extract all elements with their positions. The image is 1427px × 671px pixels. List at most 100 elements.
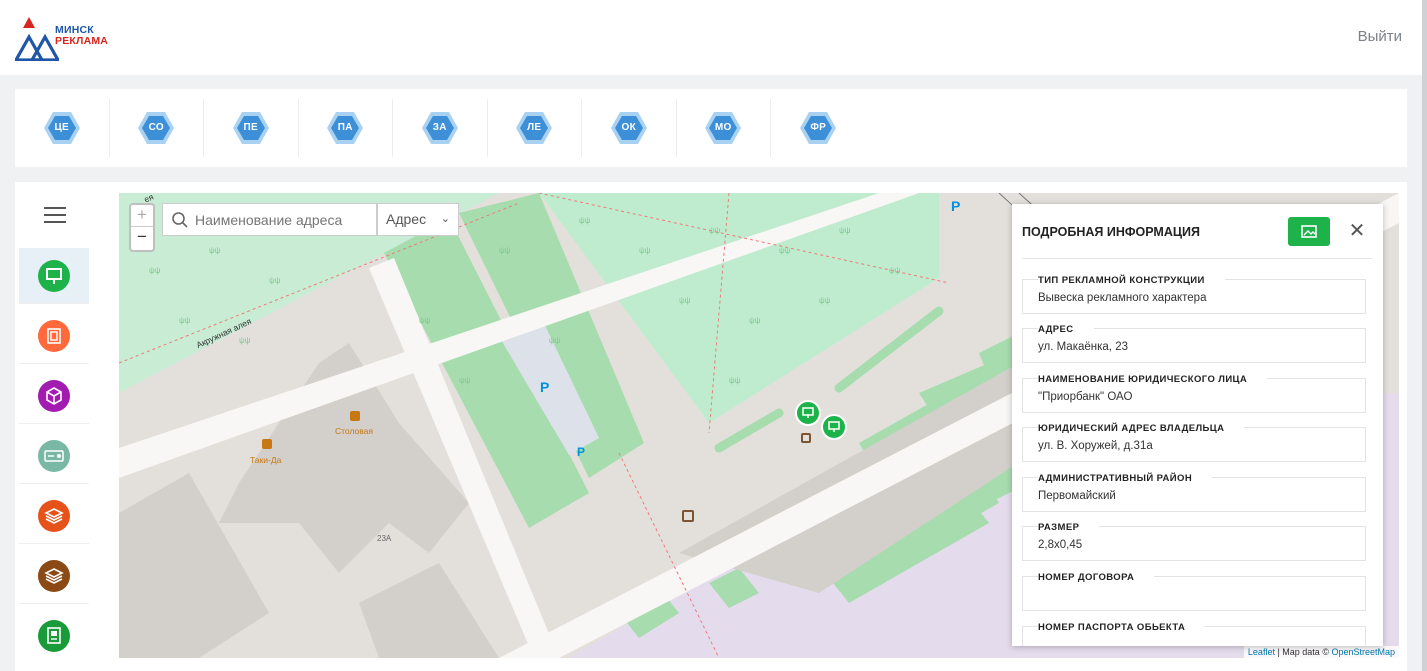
category-layers[interactable] bbox=[19, 488, 89, 544]
close-icon[interactable]: ✕ bbox=[1345, 217, 1369, 245]
search-icon bbox=[172, 211, 188, 228]
canteen-icon[interactable] bbox=[350, 411, 360, 421]
field-value: Вывеска рекламного характера bbox=[1038, 292, 1207, 304]
district-label: МО bbox=[714, 122, 732, 133]
billboard-icon bbox=[38, 259, 70, 292]
zoom-control: + − bbox=[129, 203, 155, 252]
field-value: "Приорбанк" ОАО bbox=[1038, 391, 1133, 403]
svg-text:ψψ: ψψ bbox=[419, 316, 431, 325]
district-button-le[interactable]: ЛЕ bbox=[488, 99, 582, 157]
hamburger-icon[interactable] bbox=[44, 207, 66, 223]
logo-text: МИНСК РЕКЛАМА bbox=[55, 25, 108, 47]
field-address: АДРЕС ул. Макаёнка, 23 bbox=[1022, 324, 1366, 363]
svg-text:ψψ: ψψ bbox=[819, 296, 831, 305]
billboard-icon bbox=[828, 421, 840, 432]
svg-text:ψψ: ψψ bbox=[779, 246, 791, 255]
district-button-so[interactable]: СО bbox=[110, 99, 204, 157]
stack-icon bbox=[38, 559, 70, 592]
district-filter-bar: ЦЕ СО ПЕ ПА ЗА ЛЕ ОК МО ФР bbox=[15, 89, 1407, 167]
layers-icon bbox=[38, 499, 70, 532]
top-header: МИНСК РЕКЛАМА Выйти bbox=[0, 0, 1422, 75]
lightbox-icon bbox=[38, 319, 70, 352]
svg-text:ψψ: ψψ bbox=[889, 266, 901, 275]
logout-link[interactable]: Выйти bbox=[1358, 28, 1402, 45]
field-contract-number: НОМЕР ДОГОВОРА bbox=[1022, 572, 1366, 611]
search-type-value: Адрес bbox=[386, 211, 427, 227]
field-passport-number: НОМЕР ПАСПОРТА ОБЬЕКТА bbox=[1022, 622, 1366, 646]
cafe-icon[interactable] bbox=[262, 439, 272, 449]
field-label: РАЗМЕР bbox=[1038, 522, 1100, 533]
ad-marker-pin[interactable] bbox=[821, 414, 847, 440]
svg-text:ψψ: ψψ bbox=[499, 246, 511, 255]
shop-icon bbox=[682, 510, 694, 522]
svg-text:ψψ: ψψ bbox=[179, 316, 191, 325]
hexagon-icon: ПЕ bbox=[232, 111, 270, 145]
field-label: НОМЕР ДОГОВОРА bbox=[1038, 572, 1155, 583]
panel-icon bbox=[38, 620, 70, 652]
field-label: НОМЕР ПАСПОРТА ОБЬЕКТА bbox=[1038, 622, 1206, 633]
image-icon bbox=[1301, 225, 1317, 238]
hexagon-icon: ЦЕ bbox=[43, 111, 81, 145]
zoom-in-button[interactable]: + bbox=[131, 205, 153, 227]
category-cube[interactable] bbox=[19, 368, 89, 424]
zoom-out-button[interactable]: − bbox=[131, 227, 153, 249]
shop-icon bbox=[801, 433, 811, 443]
svg-text:ψψ: ψψ bbox=[729, 376, 741, 385]
field-owner-address: ЮРИДИЧЕСКИЙ АДРЕС ВЛАДЕЛЬЦА ул. В. Хоруж… bbox=[1022, 423, 1366, 462]
category-lightbox[interactable] bbox=[19, 308, 89, 364]
hexagon-icon: ФР bbox=[799, 111, 837, 145]
field-label: АДМИНИСТРАТИВНЫЙ РАЙОН bbox=[1038, 473, 1213, 484]
logo-line-2: РЕКЛАМА bbox=[55, 35, 109, 47]
district-button-ok[interactable]: ОК bbox=[582, 99, 677, 157]
osm-link[interactable]: OpenStreetMap bbox=[1331, 647, 1395, 657]
district-label: ПЕ bbox=[243, 122, 258, 133]
district-label: СО bbox=[148, 122, 164, 133]
district-label: ОК bbox=[621, 122, 636, 133]
hexagon-icon: МО bbox=[704, 111, 742, 145]
district-button-pa[interactable]: ПА bbox=[299, 99, 393, 157]
svg-text:ψψ: ψψ bbox=[579, 216, 591, 225]
category-panel[interactable] bbox=[19, 608, 89, 664]
parking-icon: P bbox=[951, 198, 961, 214]
category-stack[interactable] bbox=[19, 548, 89, 604]
divider bbox=[1022, 258, 1372, 259]
svg-text:ψψ: ψψ bbox=[679, 296, 691, 305]
main-panel: ψψ ψψ ψψ ψψ ψψ ψψ ψψ ψψ ψψ ψψ ψψ ψψ ψψ ψψ ψψ ψψ ψψ ψψ ψψ… bbox=[15, 182, 1407, 671]
address-search-input[interactable] bbox=[195, 211, 375, 228]
district-button-mo[interactable]: МО bbox=[677, 99, 771, 157]
parking-icon: P bbox=[540, 379, 550, 395]
search-type-select[interactable]: Адрес ⌄ bbox=[377, 203, 459, 236]
minsk-reklama-logo[interactable]: МИНСК РЕКЛАМА bbox=[13, 15, 125, 62]
hexagon-icon: ПА bbox=[326, 111, 364, 145]
field-legal-entity: НАИМЕНОВАНИЕ ЮРИДИЧЕСКОГО ЛИЦА "Приорбан… bbox=[1022, 374, 1366, 413]
district-label: ЛЕ bbox=[527, 122, 542, 133]
attribution-separator: | Map data © bbox=[1274, 647, 1332, 657]
district-label: ФР bbox=[810, 122, 827, 133]
district-button-za[interactable]: ЗА bbox=[393, 99, 488, 157]
district-button-ce[interactable]: ЦЕ bbox=[15, 99, 110, 157]
field-district: АДМИНИСТРАТИВНЫЙ РАЙОН Первомайский bbox=[1022, 473, 1366, 512]
category-billboard[interactable] bbox=[19, 248, 89, 304]
district-label: ЦЕ bbox=[54, 122, 70, 133]
chevron-down-icon: ⌄ bbox=[440, 213, 450, 225]
svg-text:ψψ: ψψ bbox=[709, 226, 721, 235]
window-scrollbar[interactable] bbox=[1422, 0, 1427, 671]
district-label: ЗА bbox=[432, 122, 447, 133]
bike-parking-icon: P bbox=[577, 445, 586, 459]
district-button-fr[interactable]: ФР bbox=[771, 99, 866, 157]
category-screen[interactable] bbox=[19, 428, 89, 484]
svg-text:ψψ: ψψ bbox=[239, 336, 251, 345]
district-button-pe[interactable]: ПЕ bbox=[204, 99, 299, 157]
svg-text:ψψ: ψψ bbox=[749, 316, 761, 325]
svg-text:ψψ: ψψ bbox=[549, 336, 561, 345]
svg-text:ψψ: ψψ bbox=[839, 226, 851, 235]
canteen-label: Столовая bbox=[335, 426, 374, 436]
field-label: ЮРИДИЧЕСКИЙ АДРЕС ВЛАДЕЛЬЦА bbox=[1038, 423, 1245, 434]
hexagon-icon: ОК bbox=[610, 111, 648, 145]
leaflet-link[interactable]: Leaflet bbox=[1248, 647, 1275, 657]
field-label: АДРЕС bbox=[1038, 324, 1094, 335]
ad-marker-pin[interactable] bbox=[795, 400, 821, 426]
category-sidebar bbox=[15, 182, 93, 671]
field-ad-type: ТИП РЕКЛАМНОЙ КОНСТРУКЦИИ Вывеска реклам… bbox=[1022, 275, 1366, 314]
photo-button[interactable] bbox=[1288, 217, 1330, 246]
